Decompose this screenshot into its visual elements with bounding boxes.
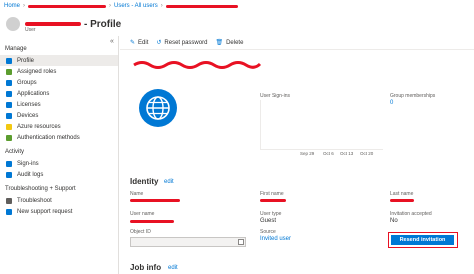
breadcrumb-profile-redacted[interactable] — [165, 4, 238, 8]
sidebar-item-label: Profile — [17, 57, 35, 64]
sidebar-item-sign-ins[interactable]: Sign-ins — [0, 158, 118, 169]
last-name-label: Last name — [390, 191, 414, 197]
sidebar-item-groups[interactable]: Groups — [0, 77, 118, 88]
pencil-icon: ✎ — [130, 40, 136, 46]
sidebar-item-label: Azure resources — [17, 123, 61, 130]
toolbar: ✎ Edit ↺ Reset password 🗑 Delete — [120, 36, 474, 50]
sidebar-item-applications[interactable]: Applications — [0, 88, 118, 99]
user-type-value: Guest — [260, 218, 277, 224]
signins-label: User Sign-ins — [260, 93, 291, 99]
sidebar-item-devices[interactable]: Devices — [0, 110, 118, 121]
delete-button[interactable]: 🗑 Delete — [215, 39, 244, 47]
sidebar-item-label: Assigned roles — [17, 68, 57, 75]
first-name-label: First name — [260, 191, 284, 197]
sidebar-item-label: Audit logs — [17, 171, 44, 178]
breadcrumb-separator: › — [160, 3, 163, 9]
last-name-redacted — [390, 199, 414, 202]
user-name-label: User name — [130, 211, 155, 217]
display-name-redacted — [133, 61, 262, 69]
sidebar-item-assigned-roles[interactable]: Assigned roles — [0, 66, 118, 77]
sidebar-item-azure-resources[interactable]: Azure resources — [0, 121, 118, 132]
user-type-label: User type — [260, 211, 282, 217]
sidebar-item-audit-logs[interactable]: Audit logs — [0, 169, 118, 180]
signins-chart — [260, 100, 383, 150]
breadcrumb-all-users[interactable]: Users - All users — [114, 3, 158, 9]
resend-invitation-button[interactable]: Resend invitation — [391, 235, 454, 245]
chart-tick: Sep 29 — [300, 151, 315, 156]
identity-title: Identity — [130, 177, 159, 186]
roles-icon — [6, 68, 12, 75]
name-redacted — [130, 199, 180, 202]
sidebar-item-label: New support request — [17, 208, 73, 215]
sidebar-item-label: Devices — [17, 112, 39, 119]
sidebar: Manage Profile Assigned roles Groups Applic… — [0, 36, 119, 274]
identity-edit-link[interactable]: edit — [164, 179, 174, 185]
chart-tick: Oct 20 — [360, 151, 374, 156]
delete-label: Delete — [226, 39, 244, 46]
sidebar-item-label: Troubleshoot — [17, 197, 52, 204]
sidebar-item-profile[interactable]: Profile — [0, 55, 118, 66]
chart-tick: Oct 13 — [340, 151, 354, 156]
sidebar-item-new-support-request[interactable]: New support request — [0, 206, 118, 217]
license-icon — [6, 101, 12, 108]
page-header: - Profile — [0, 12, 474, 36]
groups-icon — [6, 79, 12, 86]
first-name-redacted — [260, 199, 286, 202]
sidebar-item-authentication-methods[interactable]: Authentication methods — [0, 132, 118, 143]
signin-icon — [6, 160, 12, 167]
apps-icon — [6, 90, 12, 97]
section-activity: Activity — [5, 149, 25, 155]
breadcrumb: Home › › Users - All users › — [0, 0, 474, 12]
audit-icon — [6, 171, 12, 178]
sidebar-item-troubleshoot[interactable]: Troubleshoot — [0, 195, 118, 206]
user-name-redacted — [25, 22, 81, 26]
name-label: Name — [130, 191, 144, 197]
invitation-value: No — [390, 218, 398, 224]
avatar — [6, 17, 20, 31]
sidebar-item-label: Authentication methods — [17, 134, 80, 141]
devices-icon — [6, 112, 12, 119]
chart-axis — [261, 149, 383, 150]
user-name-value-redacted — [130, 220, 174, 223]
sidebar-item-label: Licenses — [17, 101, 41, 108]
breadcrumb-separator: › — [109, 3, 112, 9]
reset-password-label: Reset password — [164, 39, 208, 46]
sidebar-item-licenses[interactable]: Licenses — [0, 99, 118, 110]
key-icon: ↺ — [156, 40, 162, 46]
source-value[interactable]: Invited user — [260, 236, 291, 242]
groups-label: Group memberships — [390, 93, 436, 99]
trash-icon: 🗑 — [215, 40, 224, 46]
sidebar-item-label: Applications — [17, 90, 50, 97]
job-info-edit-link[interactable]: edit — [168, 265, 178, 271]
breadcrumb-home[interactable]: Home — [4, 3, 20, 9]
support-icon — [6, 208, 12, 215]
page-title: - Profile — [84, 18, 122, 30]
globe-icon — [139, 89, 177, 127]
groups-value[interactable]: 0 — [390, 100, 393, 106]
person-icon — [6, 57, 12, 64]
job-info-title: Job info — [130, 263, 162, 272]
section-manage: Manage — [5, 46, 27, 52]
wrench-icon — [6, 197, 12, 204]
sidebar-item-label: Groups — [17, 79, 37, 86]
resend-highlight: Resend invitation — [388, 232, 458, 248]
edit-label: Edit — [138, 39, 149, 46]
copy-icon[interactable] — [238, 239, 244, 245]
source-label: Source — [260, 229, 276, 235]
main-content: ✎ Edit ↺ Reset password 🗑 Delete User Si… — [120, 36, 474, 274]
auth-icon — [6, 134, 12, 141]
breadcrumb-company-redacted[interactable] — [28, 4, 107, 8]
breadcrumb-separator: › — [23, 3, 26, 9]
reset-password-button[interactable]: ↺ Reset password — [156, 39, 208, 47]
sidebar-item-label: Sign-ins — [17, 160, 39, 167]
page-subtitle: User — [25, 27, 36, 33]
edit-button[interactable]: ✎ Edit — [130, 39, 149, 47]
azure-icon — [6, 123, 12, 130]
object-id-field[interactable] — [130, 237, 246, 247]
chart-tick: Oct 6 — [323, 151, 334, 156]
invitation-label: Invitation accepted — [390, 211, 432, 217]
object-id-label: Object ID — [130, 229, 151, 235]
section-troubleshooting: Troubleshooting + Support — [5, 186, 76, 192]
